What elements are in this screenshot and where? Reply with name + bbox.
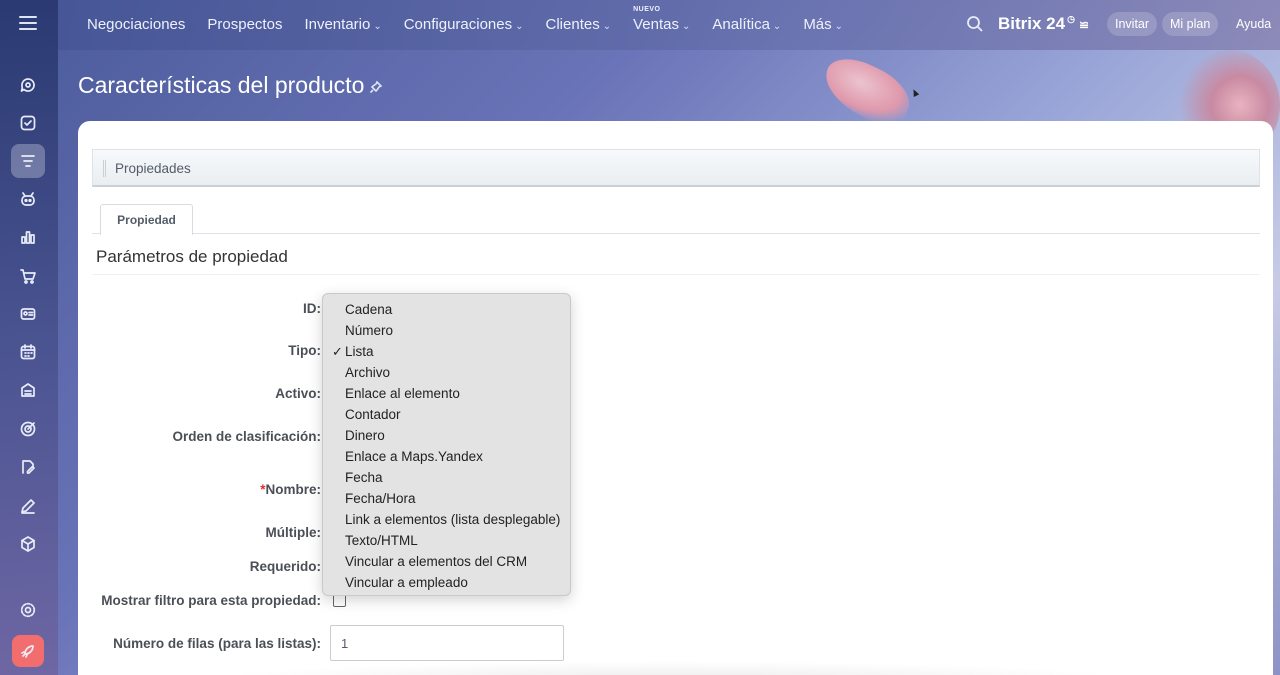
properties-bar-label: Propiedades [115,161,191,176]
tab-divider [92,233,1260,234]
chevron-down-icon: ⌄ [681,21,691,32]
type-label: Tipo: [288,343,321,358]
chevron-down-icon: ⌄ [515,21,524,32]
type-option-dinero[interactable]: Dinero [323,425,570,446]
new-badge: NUEVO [633,6,661,13]
inventory-icon[interactable] [11,373,45,407]
my-plan-button[interactable]: Mi plan [1162,12,1219,36]
calendar-icon[interactable] [11,335,45,369]
clock-icon: ◷ [1067,14,1075,24]
filter-label: Mostrar filtro para esta propiedad: [101,593,321,608]
type-option-fecha[interactable]: Fecha [323,467,570,488]
type-option-empleado[interactable]: Vincular a empleado [323,572,570,593]
help-button[interactable]: Ayuda [1228,12,1279,36]
type-option-crm[interactable]: Vincular a elementos del CRM [323,551,570,572]
sort-label: Orden de clasificación: [172,429,321,444]
invite-button[interactable]: Invitar [1107,12,1158,36]
tab-propiedad[interactable]: Propiedad [100,204,193,235]
rocket-icon[interactable] [12,635,44,667]
nav-item-inventario[interactable]: Inventario ⌄ [304,16,381,33]
type-option-numero[interactable]: Número [323,320,570,341]
contact-center-icon[interactable] [11,297,45,331]
copilot-icon[interactable] [11,182,45,216]
chevron-down-icon: ⌄ [373,21,382,32]
page-title: Características del producto [78,72,365,98]
nav-item-clientes[interactable]: Clientes ⌄ [546,16,612,33]
nav-item-prospectos[interactable]: Prospectos [207,16,282,33]
drag-handle-icon[interactable] [103,160,106,177]
search-icon[interactable] [966,15,984,33]
brand-logo[interactable]: Bitrix 24 ◷ ≌ [998,14,1089,34]
type-option-link-elementos[interactable]: Link a elementos (lista desplegable) [323,509,570,530]
type-option-contador[interactable]: Contador [323,404,570,425]
left-sidebar [0,0,58,675]
id-label: ID: [303,301,321,316]
chat-icon[interactable] [11,68,45,102]
sign-icon[interactable] [11,450,45,484]
tune-icon[interactable]: ≌ [1079,18,1089,32]
pin-icon[interactable] [369,80,383,94]
type-option-cadena[interactable]: Cadena [323,299,570,320]
type-option-texto-html[interactable]: Texto/HTML [323,530,570,551]
nav-item-ventas[interactable]: NUEVO Ventas ⌄ [633,6,691,33]
tasks-icon[interactable] [11,106,45,140]
name-label: *Nombre: [260,482,321,497]
checkmark-icon: ✓ [332,344,343,359]
rows-input[interactable] [330,625,564,661]
menu-icon[interactable] [19,13,37,33]
chevron-down-icon: ⌄ [772,21,782,32]
active-label: Activo: [275,386,321,401]
chevron-down-icon: ⌄ [602,21,612,32]
required-label: Requerido: [249,559,321,574]
top-bar: Negociaciones Prospectos Inventario ⌄ Con… [58,0,1280,50]
marketing-icon[interactable] [11,412,45,446]
main-panel: Propiedades Propiedad Parámetros de prop… [78,121,1273,675]
properties-bar: Propiedades [92,149,1260,187]
type-option-enlace-elemento[interactable]: Enlace al elemento [323,383,570,404]
crm-icon[interactable] [11,144,45,178]
type-option-archivo[interactable]: Archivo [323,362,570,383]
edit-icon[interactable] [11,489,45,523]
multiple-label: Múltiple: [265,525,322,540]
nav-item-negociaciones[interactable]: Negociaciones [87,16,185,33]
type-option-enlace-maps[interactable]: Enlace a Maps.Yandex [323,446,570,467]
type-option-fecha-hora[interactable]: Fecha/Hora [323,488,570,509]
nav-item-mas[interactable]: Más ⌄ [803,16,843,33]
settings-icon[interactable] [11,593,45,627]
nav-item-analitica[interactable]: Analítica ⌄ [712,16,781,33]
type-dropdown-menu[interactable]: Cadena Número ✓ Lista Archivo Enlace al e… [322,293,571,596]
section-divider [92,274,1260,275]
chevron-down-icon: ⌄ [834,21,844,32]
panel-shadow [198,661,1148,675]
main-nav: Negociaciones Prospectos Inventario ⌄ Con… [87,6,865,33]
shop-icon[interactable] [11,259,45,293]
rows-label: Número de filas (para las listas): [113,636,321,651]
nav-item-configuraciones[interactable]: Configuraciones ⌄ [404,16,524,33]
mouse-cursor [910,88,920,97]
analytics-icon[interactable] [11,220,45,254]
type-option-lista[interactable]: ✓ Lista [323,341,570,362]
package-icon[interactable] [11,527,45,561]
section-title: Parámetros de propiedad [96,247,288,266]
